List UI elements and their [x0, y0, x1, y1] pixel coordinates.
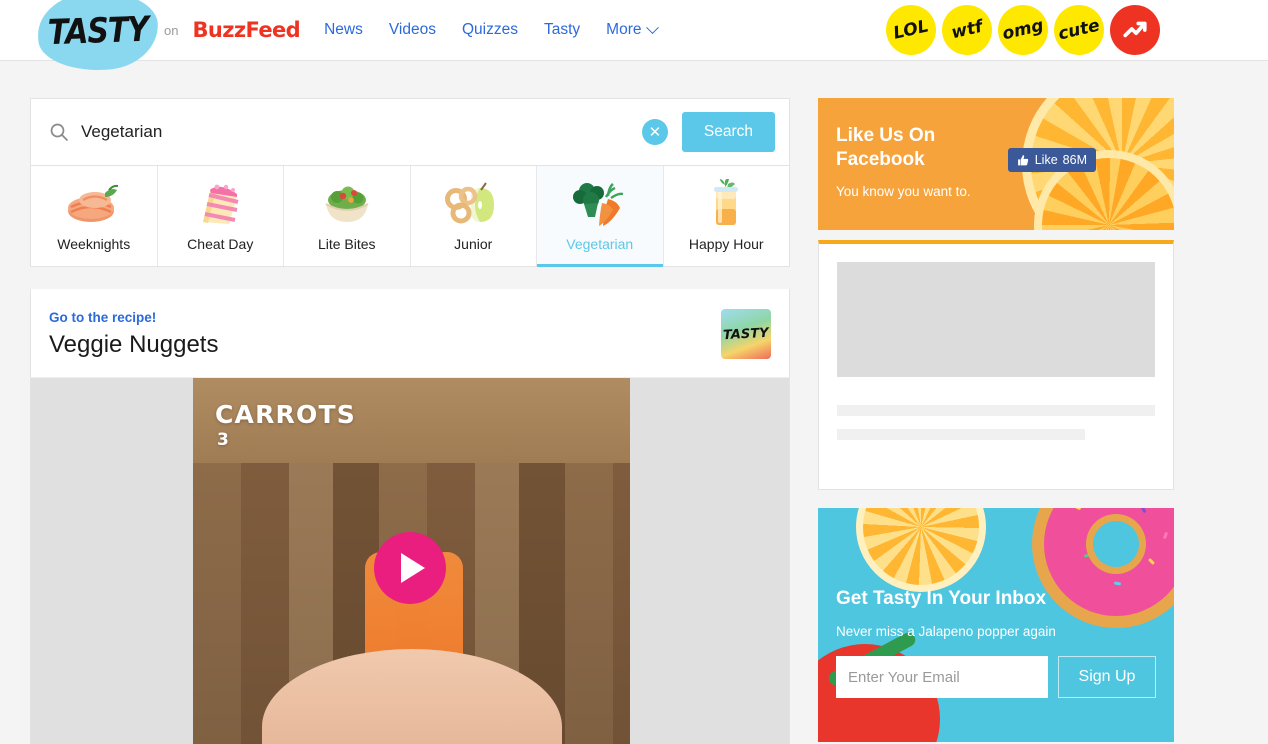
newsletter-subtitle: Never miss a Jalapeno popper again	[836, 624, 1056, 639]
recipe-thumbnail-label: TASTY	[722, 325, 770, 343]
nav-more-label: More	[606, 21, 642, 38]
chevron-down-icon	[645, 20, 659, 34]
site-header: TASTY on BuzzFeed News Videos Quizzes Ta…	[0, 0, 1268, 73]
nav-link-news[interactable]: News	[322, 17, 365, 43]
recipe-card: Go to the recipe! Veggie Nuggets TASTY C…	[30, 289, 790, 744]
category-tabs: Weeknights Cheat Day Lite Bites Junior V…	[31, 165, 789, 267]
facebook-title: Like Us On Facebook	[836, 125, 936, 171]
search-card: ✕ Search	[30, 98, 790, 267]
clear-search-button[interactable]: ✕	[641, 119, 668, 145]
video-player[interactable]: CARROTS 3	[31, 378, 789, 744]
tab-label-vegetarian: Vegetarian	[566, 236, 634, 252]
skeleton-line-1	[837, 405, 1155, 416]
newsletter-widget: Get Tasty In Your Inbox Never miss a Jal…	[818, 508, 1174, 742]
cake-slice-icon	[162, 178, 280, 230]
badge-lol[interactable]: LOL	[881, 0, 941, 60]
recipe-thumbnail[interactable]: TASTY	[721, 309, 771, 359]
nav-link-videos[interactable]: Videos	[387, 17, 438, 43]
search-icon	[49, 122, 69, 142]
tab-cheat-day[interactable]: Cheat Day	[157, 166, 284, 266]
tasty-logo[interactable]: TASTY	[36, 0, 160, 73]
video-overlay-label: CARROTS	[215, 400, 356, 429]
sidebar: Like Us On Facebook You know you want to…	[818, 98, 1174, 744]
newsletter-title: Get Tasty In Your Inbox	[836, 588, 1047, 609]
on-label: on	[164, 22, 179, 38]
page-body: ✕ Search	[0, 61, 1268, 744]
nav-link-tasty[interactable]: Tasty	[542, 17, 582, 43]
buzzfeed-logo[interactable]: BuzzFeed	[192, 18, 300, 42]
video-overlay-count: 3	[217, 430, 229, 450]
newsletter-form: Sign Up	[836, 656, 1156, 698]
tab-label-lite-bites: Lite Bites	[317, 236, 376, 252]
search-row: ✕ Search	[31, 99, 789, 165]
search-input[interactable]	[81, 122, 642, 142]
email-field[interactable]	[836, 656, 1048, 698]
reaction-badges: LOL wtf omg cute	[881, 0, 1160, 60]
broccoli-carrot-icon	[541, 178, 659, 230]
badge-omg[interactable]: omg	[993, 0, 1053, 60]
facebook-widget[interactable]: Like Us On Facebook You know you want to…	[818, 98, 1174, 230]
skeleton-line-2	[837, 429, 1086, 440]
tab-label-happy-hour: Happy Hour	[688, 236, 764, 252]
facebook-subtitle: You know you want to.	[836, 184, 971, 199]
tab-label-weeknights: Weeknights	[57, 236, 131, 252]
tab-lite-bites[interactable]: Lite Bites	[284, 166, 411, 266]
facebook-like-count: 86M	[1062, 153, 1087, 167]
skeleton-image	[837, 262, 1155, 377]
salmon-icon	[35, 178, 153, 230]
tab-junior[interactable]: Junior	[410, 166, 537, 266]
tab-weeknights[interactable]: Weeknights	[31, 166, 158, 266]
salad-bowl-icon	[288, 178, 406, 230]
facebook-like-button[interactable]: Like 86M	[1007, 148, 1096, 172]
sign-up-button[interactable]: Sign Up	[1058, 656, 1156, 698]
main-nav: on BuzzFeed News Videos Quizzes Tasty Mo…	[164, 0, 659, 60]
apple-cereal-icon	[415, 178, 533, 230]
tab-vegetarian[interactable]: Vegetarian	[537, 166, 664, 267]
thumbs-up-icon	[1017, 154, 1028, 165]
page-title: Veggie Nuggets	[49, 331, 219, 358]
play-button[interactable]	[374, 531, 446, 604]
nav-link-more[interactable]: More	[604, 17, 659, 43]
orange-slice-icon-3	[856, 508, 986, 592]
badge-wtf[interactable]: wtf	[937, 0, 997, 60]
recipe-header: Go to the recipe! Veggie Nuggets TASTY	[31, 289, 789, 378]
tab-happy-hour[interactable]: Happy Hour	[663, 166, 789, 266]
tab-label-cheat-day: Cheat Day	[187, 236, 254, 252]
tab-label-junior: Junior	[454, 236, 493, 252]
nav-link-quizzes[interactable]: Quizzes	[460, 17, 520, 43]
main-column: ✕ Search	[30, 98, 790, 744]
badge-trending[interactable]	[1110, 5, 1160, 55]
go-to-recipe-link[interactable]: Go to the recipe!	[49, 310, 156, 325]
play-triangle-icon	[401, 552, 425, 583]
donut-icon	[1032, 508, 1174, 628]
search-button[interactable]: Search	[681, 112, 775, 152]
facebook-like-label: Like	[1034, 153, 1058, 167]
logo-text: TASTY	[47, 9, 149, 53]
badge-cute[interactable]: cute	[1049, 0, 1109, 60]
loading-placeholder-card	[818, 240, 1174, 490]
trending-arrow-icon	[1123, 21, 1147, 38]
cocktail-icon	[668, 178, 786, 230]
